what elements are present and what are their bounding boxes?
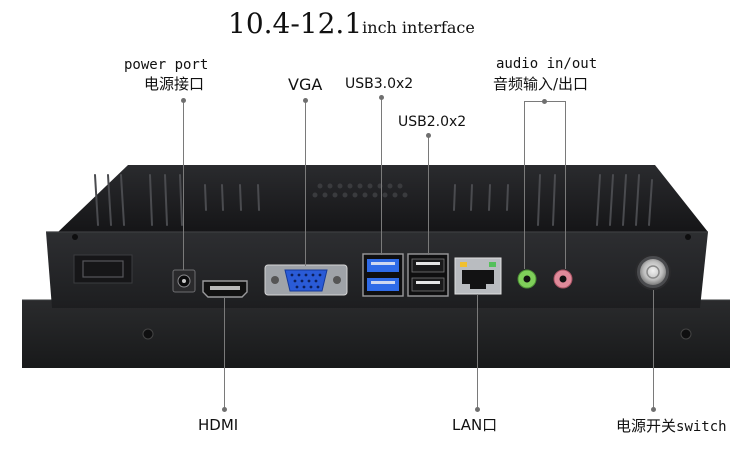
panel-pc-illustration <box>22 165 730 368</box>
title-suffix: inch interface <box>362 18 475 37</box>
label-switch-en: switch <box>676 419 727 435</box>
leader-switch <box>653 290 654 409</box>
leader-hdmi <box>224 297 225 409</box>
leader-audio-dot <box>542 99 547 104</box>
label-hdmi: HDMI <box>198 416 239 434</box>
audio-out-jack <box>553 269 573 289</box>
label-lan: LAN口 <box>452 416 498 434</box>
leader-power-dot <box>181 98 186 103</box>
front-bezel <box>22 299 730 368</box>
label-switch: 电源开关switch <box>616 417 727 435</box>
leader-vga-dot <box>303 98 308 103</box>
label-audio-en: audio in/out <box>496 56 598 72</box>
leader-switch-dot <box>651 407 656 412</box>
label-audio-cn: 音频输入/出口 <box>493 75 589 93</box>
leader-lan <box>477 294 478 409</box>
audio-in-jack <box>517 269 537 289</box>
lan-port <box>454 257 502 295</box>
usb3-ports <box>362 253 404 297</box>
leader-vga <box>305 100 306 266</box>
leader-hdmi-dot <box>222 407 227 412</box>
leader-usb2-dot <box>426 133 431 138</box>
leader-usb3-dot <box>379 95 384 100</box>
title: 10.4-12.1inch interface <box>228 10 475 38</box>
label-usb2: USB2.0x2 <box>398 114 467 130</box>
leader-usb3 <box>381 97 382 255</box>
leader-audio-in <box>524 101 525 269</box>
title-size: 10.4-12.1 <box>228 7 363 40</box>
label-vga: VGA <box>288 75 323 94</box>
leader-audio-out <box>565 101 566 269</box>
leader-lan-dot <box>475 407 480 412</box>
power-port <box>172 269 196 293</box>
label-usb3: USB3.0x2 <box>345 76 414 92</box>
leader-power <box>183 100 184 270</box>
power-switch <box>635 254 671 290</box>
hdmi-port <box>202 280 248 298</box>
leader-usb2 <box>428 135 429 255</box>
label-power-port-cn: 电源接口 <box>144 75 205 93</box>
blank-cover <box>73 254 133 284</box>
label-power-port-en: power port <box>124 57 209 73</box>
chassis-top <box>58 165 708 232</box>
vga-port <box>264 264 348 296</box>
label-switch-cn: 电源开关 <box>616 417 677 435</box>
usb2-ports <box>407 253 449 297</box>
